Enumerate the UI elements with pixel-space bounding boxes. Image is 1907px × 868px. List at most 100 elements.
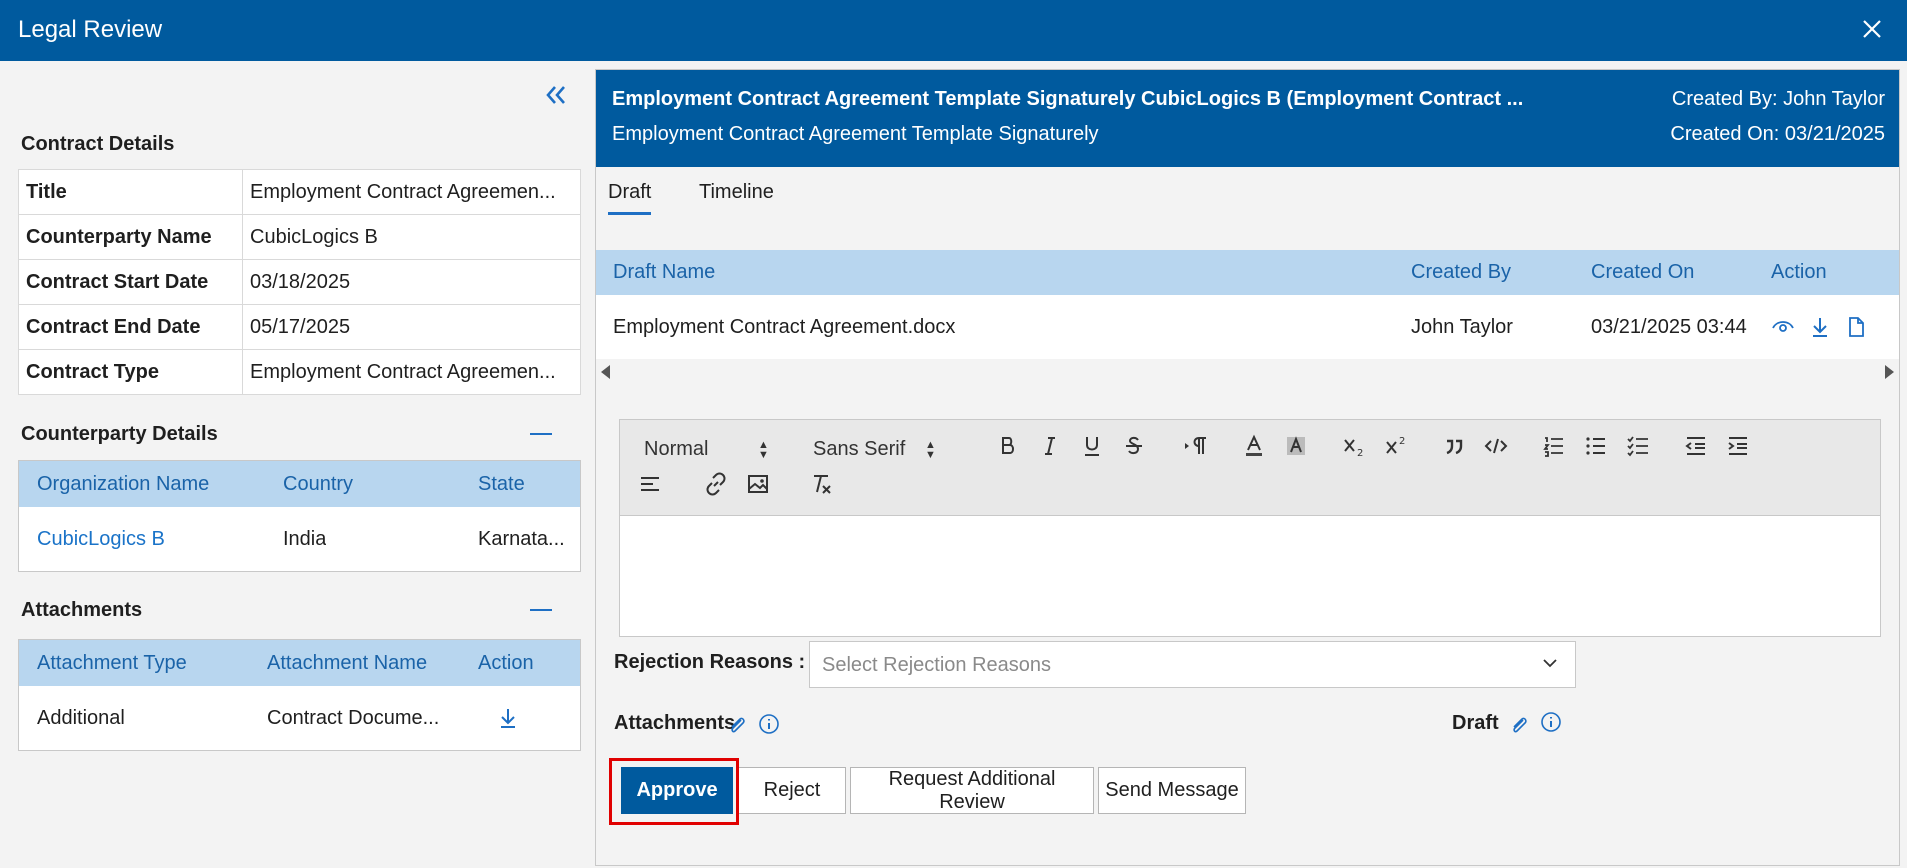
bullet-list-icon[interactable] (1582, 432, 1610, 460)
indent-icon[interactable] (1724, 432, 1752, 460)
tab-timeline[interactable]: Timeline (699, 181, 774, 212)
tab-bar: Draft Timeline (596, 167, 1899, 220)
blockquote-icon[interactable] (1440, 432, 1468, 460)
italic-icon[interactable] (1036, 432, 1064, 460)
rejection-reasons-placeholder: Select Rejection Reasons (822, 654, 1052, 676)
ordered-list-icon[interactable] (1540, 432, 1568, 460)
draft-name-cell: Employment Contract Agreement.docx (613, 315, 956, 338)
table-row: CubicLogics B India Karnata... (19, 507, 580, 571)
table-row: Employment Contract Agreement.docx John … (596, 295, 1899, 359)
collapse-panel-icon[interactable] (540, 79, 572, 111)
download-icon[interactable] (1809, 315, 1831, 339)
scroll-left-arrow[interactable] (601, 365, 610, 379)
column-header: Organization Name (37, 472, 210, 495)
view-icon[interactable] (1771, 315, 1795, 339)
collapse-attachments-button[interactable] (530, 609, 552, 611)
drafts-table: Draft Name Created By Created On Action … (596, 250, 1899, 359)
paperclip-icon[interactable] (726, 714, 748, 736)
superscript-icon[interactable]: 2 (1382, 432, 1410, 460)
table-header: Attachment Type Attachment Name Action (19, 640, 580, 686)
document-header: Employment Contract Agreement Template S… (596, 70, 1899, 167)
document-icon[interactable] (1845, 315, 1867, 339)
horizontal-scrollbar[interactable] (596, 359, 1899, 383)
font-picker[interactable]: Sans Serif ▲ ▼ (813, 438, 936, 461)
column-header: Country (283, 472, 354, 495)
outdent-icon[interactable] (1682, 432, 1710, 460)
column-header: State (478, 472, 525, 495)
organization-link[interactable]: CubicLogics B (37, 507, 165, 571)
background-color-icon[interactable] (1282, 432, 1310, 460)
counterparty-table: Organization Name Country State CubicLog… (18, 460, 581, 572)
clear-formatting-icon[interactable] (808, 470, 836, 498)
approve-button[interactable]: Approve (621, 767, 733, 814)
table-row: Counterparty Name CubicLogics B (18, 214, 581, 260)
table-header: Draft Name Created By Created On Action (596, 250, 1899, 295)
created-on-text: Created On: 03/21/2025 (1670, 123, 1885, 145)
attachment-name-cell: Contract Docume... (267, 706, 440, 729)
download-icon (501, 709, 515, 728)
attachments-table: Attachment Type Attachment Name Action A… (18, 639, 581, 751)
rtl-direction-icon[interactable] (1178, 432, 1212, 460)
column-header: Action (1771, 261, 1827, 283)
code-block-icon[interactable] (1482, 432, 1510, 460)
svg-text:2: 2 (1399, 436, 1405, 447)
column-header: Action (478, 651, 534, 674)
tab-draft[interactable]: Draft (608, 181, 652, 215)
table-row: Title Employment Contract Agreemen... (18, 169, 581, 215)
table-row: Contract Start Date 03/18/2025 (18, 259, 581, 305)
table-row: Additional Contract Docume... (19, 686, 580, 750)
font-picker-value: Sans Serif (813, 438, 906, 460)
created-by-text: Created By: John Taylor (1671, 88, 1885, 110)
country-cell: India (283, 527, 327, 550)
state-cell: Karnata... (478, 527, 565, 550)
left-panel: Contract Details Title Employment Contra… (0, 61, 595, 868)
column-header: Attachment Name (267, 651, 428, 674)
send-message-button[interactable]: Send Message (1098, 767, 1246, 814)
window-title: Legal Review (18, 16, 163, 43)
editor-toolbar: Normal ▲ ▼ Sans Serif ▲ ▼ 2 2 (620, 420, 1880, 516)
svg-text:2: 2 (1357, 448, 1363, 458)
column-header: Created By (1411, 261, 1512, 283)
align-left-icon[interactable] (636, 470, 664, 498)
reject-button[interactable]: Reject (738, 767, 846, 814)
text-color-icon[interactable] (1240, 432, 1268, 460)
rejection-reasons-label: Rejection Reasons : (614, 651, 806, 673)
field-value: 03/18/2025 (242, 259, 581, 305)
field-value: Employment Contract Agreemen... (242, 349, 581, 395)
checklist-icon[interactable] (1624, 432, 1652, 460)
collapse-counterparty-button[interactable] (530, 433, 552, 435)
column-header: Created On (1591, 261, 1695, 283)
request-additional-review-button[interactable]: Request Additional Review (850, 767, 1094, 814)
contract-details-table: Title Employment Contract Agreemen... Co… (18, 169, 581, 395)
draft-created-by-cell: John Taylor (1411, 315, 1513, 338)
bold-icon[interactable] (994, 432, 1022, 460)
field-value: Employment Contract Agreemen... (242, 169, 581, 215)
scroll-right-arrow[interactable] (1885, 365, 1894, 379)
field-label: Contract Start Date (18, 259, 243, 305)
draft-label: Draft (1452, 712, 1499, 734)
right-panel: Employment Contract Agreement Template S… (595, 69, 1900, 866)
link-icon[interactable] (702, 470, 730, 498)
close-icon[interactable] (1855, 12, 1889, 46)
paperclip-icon[interactable] (1508, 714, 1530, 736)
strikethrough-icon[interactable] (1120, 432, 1148, 460)
underline-icon[interactable] (1078, 432, 1106, 460)
table-row: Contract End Date 05/17/2025 (18, 304, 581, 350)
picker-arrows-icon: ▲ ▼ (925, 439, 936, 461)
format-picker-value: Normal (644, 438, 709, 460)
info-icon[interactable] (758, 713, 780, 735)
download-attachment-button[interactable] (497, 686, 519, 750)
column-header: Draft Name (613, 261, 716, 283)
counterparty-details-heading: Counterparty Details (21, 423, 218, 445)
image-icon[interactable] (744, 470, 772, 498)
field-value: 05/17/2025 (242, 304, 581, 350)
field-label: Counterparty Name (18, 214, 243, 260)
table-header: Organization Name Country State (19, 461, 580, 507)
format-picker[interactable]: Normal ▲ ▼ (644, 438, 769, 461)
subscript-icon[interactable]: 2 (1340, 432, 1368, 460)
rejection-reasons-select[interactable]: Select Rejection Reasons (809, 641, 1576, 688)
editor-content-area[interactable] (620, 517, 1880, 636)
info-icon[interactable] (1540, 711, 1562, 733)
attachment-type-cell: Additional (37, 706, 125, 729)
comment-editor: Normal ▲ ▼ Sans Serif ▲ ▼ 2 2 (619, 419, 1881, 637)
